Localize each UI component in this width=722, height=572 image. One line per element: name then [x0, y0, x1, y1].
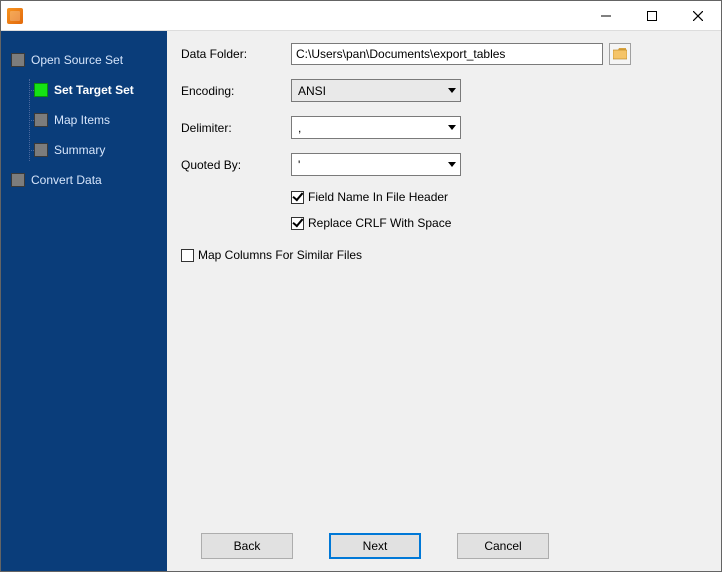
sidebar-item-label: Convert Data: [31, 173, 102, 187]
step-box-icon: [11, 173, 25, 187]
row-encoding: Encoding: ANSI: [181, 79, 707, 102]
main-panel: Data Folder: Encoding: ANSI: [167, 31, 721, 571]
sidebar-children: Set Target Set Map Items Summary: [29, 79, 161, 161]
row-data-folder: Data Folder:: [181, 43, 707, 65]
maximize-button[interactable]: [629, 1, 675, 30]
checkbox-icon: [181, 249, 194, 262]
data-folder-label: Data Folder:: [181, 47, 291, 61]
sidebar-item-open-source-set[interactable]: Open Source Set: [11, 49, 161, 71]
checkbox-replace-crlf[interactable]: Replace CRLF With Space: [291, 216, 707, 230]
step-box-icon: [34, 83, 48, 97]
checkbox-map-columns-similar[interactable]: Map Columns For Similar Files: [181, 248, 707, 262]
chevron-down-icon: [448, 88, 456, 93]
wizard-button-bar: Back Next Cancel: [181, 529, 707, 561]
back-button[interactable]: Back: [201, 533, 293, 559]
step-box-icon: [34, 113, 48, 127]
quoted-by-select[interactable]: ': [291, 153, 461, 176]
sidebar-item-summary[interactable]: Summary: [34, 139, 161, 161]
checkbox-field-name-header[interactable]: Field Name In File Header: [291, 190, 707, 204]
checkbox-label: Replace CRLF With Space: [308, 216, 451, 230]
next-button[interactable]: Next: [329, 533, 421, 559]
step-box-icon: [34, 143, 48, 157]
wizard-window: Open Source Set Set Target Set Map Items…: [0, 0, 722, 572]
quoted-by-label: Quoted By:: [181, 158, 291, 172]
titlebar: [1, 1, 721, 31]
checkbox-icon: [291, 217, 304, 230]
chevron-down-icon: [448, 125, 456, 130]
browse-folder-button[interactable]: [609, 43, 631, 65]
titlebar-left: [1, 8, 23, 24]
encoding-value: ANSI: [298, 84, 326, 98]
form-area: Data Folder: Encoding: ANSI: [181, 43, 707, 529]
body-area: Open Source Set Set Target Set Map Items…: [1, 31, 721, 571]
minimize-button[interactable]: [583, 1, 629, 30]
wizard-step-tree: Open Source Set Set Target Set Map Items…: [7, 49, 161, 191]
sidebar-item-set-target-set[interactable]: Set Target Set: [34, 79, 161, 101]
quoted-by-value: ': [298, 158, 300, 172]
row-quoted-by: Quoted By: ': [181, 153, 707, 176]
cancel-button[interactable]: Cancel: [457, 533, 549, 559]
checkbox-label: Field Name In File Header: [308, 190, 448, 204]
checkbox-icon: [291, 191, 304, 204]
sidebar-item-map-items[interactable]: Map Items: [34, 109, 161, 131]
encoding-select[interactable]: ANSI: [291, 79, 461, 102]
app-icon: [7, 8, 23, 24]
wizard-sidebar: Open Source Set Set Target Set Map Items…: [1, 31, 167, 571]
delimiter-value: ,: [298, 121, 301, 135]
sidebar-item-label: Open Source Set: [31, 53, 123, 67]
delimiter-select[interactable]: ,: [291, 116, 461, 139]
sidebar-item-convert-data[interactable]: Convert Data: [11, 169, 161, 191]
sidebar-item-label: Summary: [54, 143, 105, 157]
window-controls: [583, 1, 721, 30]
folder-icon: [613, 48, 627, 60]
close-button[interactable]: [675, 1, 721, 30]
step-box-icon: [11, 53, 25, 67]
checkbox-label: Map Columns For Similar Files: [198, 248, 362, 262]
delimiter-label: Delimiter:: [181, 121, 291, 135]
sidebar-item-label: Set Target Set: [54, 83, 134, 97]
sidebar-item-label: Map Items: [54, 113, 110, 127]
data-folder-input[interactable]: [291, 43, 603, 65]
chevron-down-icon: [448, 162, 456, 167]
encoding-label: Encoding:: [181, 84, 291, 98]
row-delimiter: Delimiter: ,: [181, 116, 707, 139]
